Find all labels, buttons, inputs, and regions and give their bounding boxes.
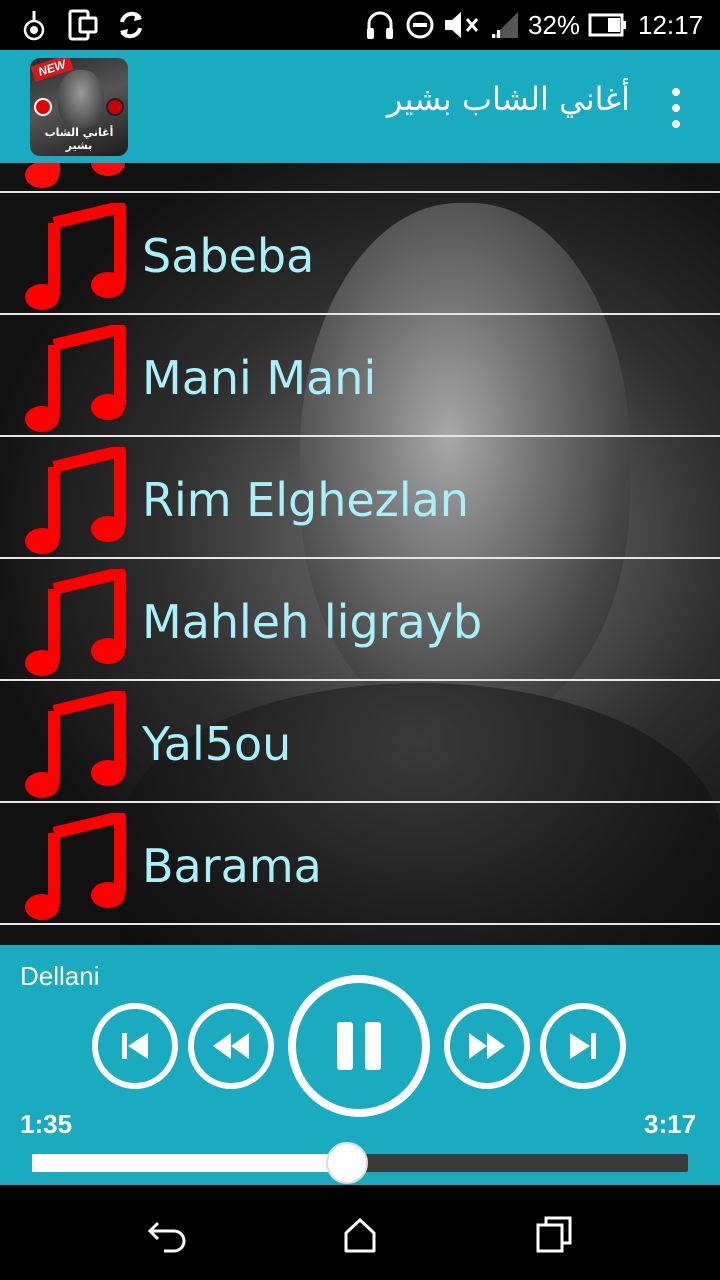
back-icon[interactable] [146,1213,190,1257]
flag-icon [34,98,52,116]
do-not-disturb-icon [406,11,434,39]
song-title: Barama [142,839,322,893]
list-item[interactable]: Rim Elghezlan [0,437,720,559]
song-title: Sabeba [142,229,315,283]
song-title: Yal5ou [142,717,292,771]
list-item[interactable]: Yal5ou [0,681,720,803]
app-bar: NEW أغاني الشاب بشير أغاني الشاب بشير [0,50,720,163]
skip-next-icon [570,1033,596,1059]
list-item[interactable]: Mahleh ligrayb [0,559,720,681]
seek-bar-progress [32,1154,347,1172]
battery-percent: 32% [528,10,581,40]
rewind-button[interactable] [188,1003,274,1089]
music-note-icon [25,203,126,310]
record-icon [106,98,124,116]
list-item[interactable]: Barama [0,803,720,925]
music-note-icon [25,691,126,798]
song-list[interactable]: Sabeba Mani Mani Rim Elghezlan Mahleh ligra… [0,163,720,945]
player-panel: Dellani 1:35 3:17 [0,945,720,1185]
song-title: Mahleh ligrayb [142,595,483,649]
fast-forward-icon [469,1033,505,1059]
skip-next-button[interactable] [540,1003,626,1089]
skip-previous-icon [122,1033,148,1059]
fast-forward-button[interactable] [444,1003,530,1089]
app-title: أغاني الشاب بشير [386,80,630,118]
navigation-bar [0,1185,720,1280]
skip-previous-button[interactable] [92,1003,178,1089]
sync-icon [120,11,142,39]
artist-portrait-thumbnail [58,70,104,128]
music-note-icon [25,163,125,188]
clock: 12:17 [638,10,704,40]
volume-muted-icon [445,12,479,38]
home-icon[interactable] [338,1213,382,1257]
now-playing-title: Dellani [20,961,100,991]
phone-rotate-icon [68,9,98,41]
signal-icon [492,12,518,38]
seek-bar-thumb[interactable] [325,1142,368,1184]
list-item[interactable]: Mani Mani [0,315,720,437]
pause-icon [337,1022,381,1070]
music-note-icon [25,569,126,676]
app-notification-icon [23,11,45,41]
current-time: 1:35 [20,1109,73,1139]
battery-icon [588,13,626,37]
rewind-icon [213,1033,249,1059]
overflow-menu-icon[interactable] [660,84,692,132]
music-note-icon [25,325,126,432]
seek-bar[interactable] [32,1142,688,1184]
list-item[interactable]: Sabeba [0,193,720,315]
headphones-icon [367,11,393,39]
music-note-icon [25,447,126,554]
list-item-partial[interactable] [0,163,720,193]
total-time: 3:17 [644,1109,697,1139]
song-title: Rim Elghezlan [142,473,469,527]
app-logo: NEW أغاني الشاب بشير [30,58,128,156]
song-title: Mani Mani [142,351,377,405]
status-bar: 32% 12:17 [0,0,720,50]
music-note-icon [25,813,126,920]
app-logo-caption: أغاني الشاب بشير [44,126,114,152]
pause-button[interactable] [288,975,430,1117]
recents-icon[interactable] [532,1213,576,1257]
